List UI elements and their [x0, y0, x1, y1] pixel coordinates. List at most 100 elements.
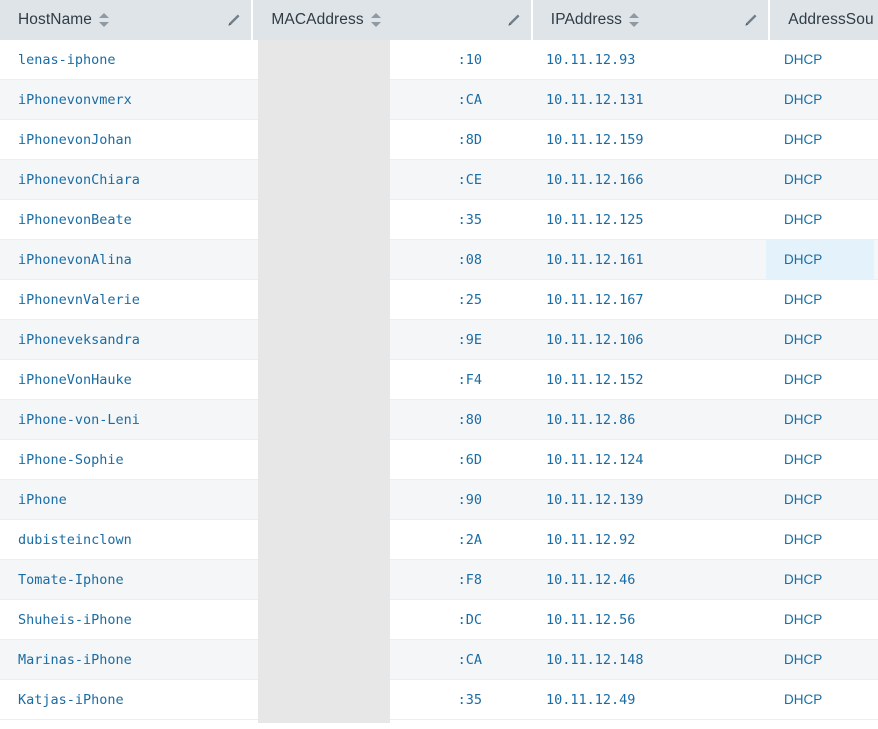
- column-header-ipaddress[interactable]: IPAddress: [532, 0, 769, 40]
- cell-hostname[interactable]: Marinas-iPhone: [0, 640, 252, 679]
- cell-hostname[interactable]: Katjas-iPhone: [0, 680, 252, 719]
- cell-ipaddress[interactable]: 10.11.12.167: [530, 280, 766, 319]
- cell-macaddress[interactable]: :08: [252, 240, 530, 279]
- cell-ipaddress[interactable]: 10.11.12.148: [530, 640, 766, 679]
- cell-hostname[interactable]: lenas-iphone: [0, 40, 252, 79]
- column-header-hostname[interactable]: HostName: [0, 0, 252, 40]
- cell-macaddress-text: :35: [457, 211, 482, 228]
- cell-macaddress[interactable]: :8D: [252, 120, 530, 159]
- cell-hostname[interactable]: iPhone-Sophie: [0, 440, 252, 479]
- cell-addresssource[interactable]: DHCP: [766, 120, 874, 159]
- cell-macaddress-text: :90: [457, 491, 482, 508]
- sort-updown-icon[interactable]: [99, 12, 110, 28]
- table-row[interactable]: iPhonevonJohan:8D 10.11.12.159 DHCP: [0, 120, 878, 160]
- cell-ipaddress[interactable]: 10.11.12.93: [530, 40, 766, 79]
- cell-addresssource[interactable]: DHCP: [766, 520, 874, 559]
- cell-hostname[interactable]: iPhonevnValerie: [0, 280, 252, 319]
- cell-ipaddress[interactable]: 10.11.12.49: [530, 680, 766, 719]
- table-row[interactable]: iPhonevonChiara :CE 10.11.12.166 DHCP: [0, 160, 878, 200]
- table-row[interactable]: iPhonevonBeate :35 10.11.12.125 DHCP: [0, 200, 878, 240]
- table-row[interactable]: iPhonevonvmerx :CA 10.11.12.131 DHCP: [0, 80, 878, 120]
- cell-addresssource[interactable]: DHCP: [766, 160, 874, 199]
- cell-addresssource[interactable]: DHCP: [766, 360, 874, 399]
- cell-macaddress[interactable]: :35: [252, 680, 530, 719]
- column-header-macaddress[interactable]: MACAddress: [253, 0, 531, 40]
- cell-hostname[interactable]: dubisteinclown: [0, 520, 252, 559]
- cell-hostname[interactable]: iPhonevonJohan: [0, 120, 252, 159]
- column-header-addresssource[interactable]: AddressSou: [770, 0, 878, 40]
- cell-macaddress[interactable]: :80: [252, 400, 530, 439]
- cell-hostname[interactable]: iPhonevonChiara: [0, 160, 252, 199]
- cell-macaddress-text: :CE: [457, 171, 482, 188]
- cell-addresssource[interactable]: DHCP: [766, 600, 874, 639]
- cell-addresssource[interactable]: DHCP: [766, 320, 874, 359]
- cell-macaddress[interactable]: :35: [252, 200, 530, 239]
- cell-macaddress[interactable]: :F8: [252, 560, 530, 599]
- cell-macaddress-text: :CA: [457, 91, 482, 108]
- cell-ipaddress[interactable]: 10.11.12.152: [530, 360, 766, 399]
- cell-ipaddress[interactable]: 10.11.12.106: [530, 320, 766, 359]
- table-row[interactable]: iPhoneVonHauke:F4 10.11.12.152 DHCP: [0, 360, 878, 400]
- cell-hostname[interactable]: iPhoneVonHauke: [0, 360, 252, 399]
- table-row[interactable]: iPhonevonAlina:08 10.11.12.161 DHCP: [0, 240, 878, 280]
- cell-addresssource[interactable]: DHCP: [766, 240, 874, 279]
- cell-addresssource[interactable]: DHCP: [766, 80, 874, 119]
- cell-ipaddress[interactable]: 10.11.12.166: [530, 160, 766, 199]
- cell-addresssource[interactable]: DHCP: [766, 40, 874, 79]
- table-row[interactable]: Shuheis-iPhone:DC 10.11.12.56 DHCP: [0, 600, 878, 640]
- cell-ipaddress[interactable]: 10.11.12.161: [530, 240, 766, 279]
- cell-hostname[interactable]: Tomate-Iphone: [0, 560, 252, 599]
- cell-hostname[interactable]: iPhonevonBeate: [0, 200, 252, 239]
- cell-ipaddress[interactable]: 10.11.12.124: [530, 440, 766, 479]
- sort-updown-icon[interactable]: [370, 12, 382, 28]
- pencil-icon[interactable]: [743, 13, 758, 28]
- cell-ipaddress[interactable]: 10.11.12.131: [530, 80, 766, 119]
- cell-addresssource[interactable]: DHCP: [766, 400, 874, 439]
- cell-macaddress[interactable]: :25: [252, 280, 530, 319]
- table-row[interactable]: iPhonevnValerie:25 10.11.12.167 DHCP: [0, 280, 878, 320]
- cell-hostname[interactable]: iPhone-von-Leni: [0, 400, 252, 439]
- table-row[interactable]: iPhone-Sophie:6D 10.11.12.124 DHCP: [0, 440, 878, 480]
- table-row[interactable]: iPhone :90 10.11.12.139 DHCP: [0, 480, 878, 520]
- cell-macaddress[interactable]: :CA: [252, 640, 530, 679]
- table-row[interactable]: dubisteinclown:2A 10.11.12.92 DHCP: [0, 520, 878, 560]
- table-row[interactable]: Marinas-iPhone:CA 10.11.12.148 DHCP: [0, 640, 878, 680]
- cell-macaddress[interactable]: :CE: [252, 160, 530, 199]
- pencil-icon[interactable]: [506, 13, 521, 28]
- cell-ipaddress[interactable]: 10.11.12.92: [530, 520, 766, 559]
- cell-addresssource[interactable]: DHCP: [766, 640, 874, 679]
- cell-hostname[interactable]: iPhonevonAlina: [0, 240, 252, 279]
- cell-addresssource[interactable]: DHCP: [766, 560, 874, 599]
- cell-ipaddress[interactable]: 10.11.12.56: [530, 600, 766, 639]
- cell-addresssource[interactable]: DHCP: [766, 480, 874, 519]
- table-row[interactable]: iPhoneveksandra:9E 10.11.12.106 DHCP: [0, 320, 878, 360]
- cell-ipaddress[interactable]: 10.11.12.125: [530, 200, 766, 239]
- table-row[interactable]: Katjas-iPhone:35 10.11.12.49 DHCP: [0, 680, 878, 720]
- table-row[interactable]: Tomate-Iphone:F8 10.11.12.46 DHCP: [0, 560, 878, 600]
- cell-addresssource[interactable]: DHCP: [766, 680, 874, 719]
- cell-macaddress[interactable]: :10: [252, 40, 530, 79]
- cell-ipaddress[interactable]: 10.11.12.159: [530, 120, 766, 159]
- cell-macaddress[interactable]: :90: [252, 480, 530, 519]
- grid-header-row: HostName MACAddress IPAddress AddressSou: [0, 0, 878, 40]
- cell-ipaddress[interactable]: 10.11.12.46: [530, 560, 766, 599]
- table-row[interactable]: iPhone-von-Leni:80 10.11.12.86 DHCP: [0, 400, 878, 440]
- cell-macaddress[interactable]: :2A: [252, 520, 530, 559]
- cell-macaddress[interactable]: :CA: [252, 80, 530, 119]
- sort-updown-icon[interactable]: [629, 12, 640, 28]
- cell-hostname[interactable]: iPhone: [0, 480, 252, 519]
- cell-addresssource[interactable]: DHCP: [766, 440, 874, 479]
- table-row[interactable]: lenas-iphone:10 10.11.12.93 DHCP: [0, 40, 878, 80]
- cell-macaddress[interactable]: :DC: [252, 600, 530, 639]
- cell-addresssource[interactable]: DHCP: [766, 200, 874, 239]
- pencil-icon[interactable]: [226, 13, 241, 28]
- cell-addresssource[interactable]: DHCP: [766, 280, 874, 319]
- cell-hostname[interactable]: Shuheis-iPhone: [0, 600, 252, 639]
- cell-hostname[interactable]: iPhoneveksandra: [0, 320, 252, 359]
- cell-macaddress[interactable]: :9E: [252, 320, 530, 359]
- cell-macaddress[interactable]: :F4: [252, 360, 530, 399]
- cell-macaddress[interactable]: :6D: [252, 440, 530, 479]
- cell-ipaddress[interactable]: 10.11.12.139: [530, 480, 766, 519]
- cell-hostname[interactable]: iPhonevonvmerx: [0, 80, 252, 119]
- cell-ipaddress[interactable]: 10.11.12.86: [530, 400, 766, 439]
